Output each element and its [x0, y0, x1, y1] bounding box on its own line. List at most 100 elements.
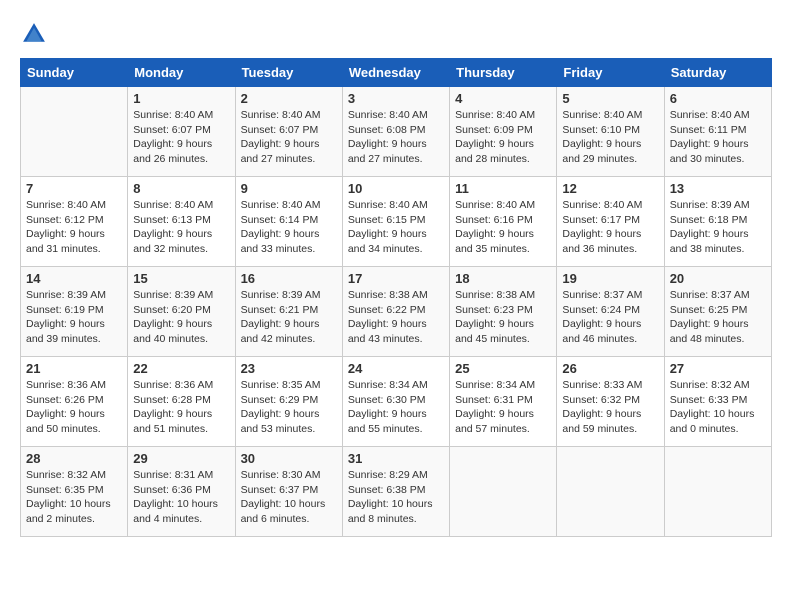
header-saturday: Saturday: [664, 59, 771, 87]
day-info: Sunrise: 8:39 AMSunset: 6:21 PMDaylight:…: [241, 288, 337, 347]
day-info: Sunrise: 8:29 AMSunset: 6:38 PMDaylight:…: [348, 468, 444, 527]
calendar-cell: 12 Sunrise: 8:40 AMSunset: 6:17 PMDaylig…: [557, 177, 664, 267]
calendar-cell: 23 Sunrise: 8:35 AMSunset: 6:29 PMDaylig…: [235, 357, 342, 447]
day-number: 21: [26, 361, 122, 376]
day-number: 5: [562, 91, 658, 106]
day-number: 19: [562, 271, 658, 286]
day-info: Sunrise: 8:40 AMSunset: 6:09 PMDaylight:…: [455, 108, 551, 167]
calendar-cell: 14 Sunrise: 8:39 AMSunset: 6:19 PMDaylig…: [21, 267, 128, 357]
day-number: 17: [348, 271, 444, 286]
day-info: Sunrise: 8:34 AMSunset: 6:31 PMDaylight:…: [455, 378, 551, 437]
day-number: 26: [562, 361, 658, 376]
week-row-2: 7 Sunrise: 8:40 AMSunset: 6:12 PMDayligh…: [21, 177, 772, 267]
calendar-cell: 21 Sunrise: 8:36 AMSunset: 6:26 PMDaylig…: [21, 357, 128, 447]
day-info: Sunrise: 8:40 AMSunset: 6:15 PMDaylight:…: [348, 198, 444, 257]
calendar-cell: 15 Sunrise: 8:39 AMSunset: 6:20 PMDaylig…: [128, 267, 235, 357]
day-info: Sunrise: 8:33 AMSunset: 6:32 PMDaylight:…: [562, 378, 658, 437]
day-info: Sunrise: 8:37 AMSunset: 6:24 PMDaylight:…: [562, 288, 658, 347]
day-info: Sunrise: 8:32 AMSunset: 6:33 PMDaylight:…: [670, 378, 766, 437]
day-number: 6: [670, 91, 766, 106]
calendar-cell: 7 Sunrise: 8:40 AMSunset: 6:12 PMDayligh…: [21, 177, 128, 267]
day-info: Sunrise: 8:30 AMSunset: 6:37 PMDaylight:…: [241, 468, 337, 527]
calendar-cell: 27 Sunrise: 8:32 AMSunset: 6:33 PMDaylig…: [664, 357, 771, 447]
day-number: 8: [133, 181, 229, 196]
calendar-cell: 11 Sunrise: 8:40 AMSunset: 6:16 PMDaylig…: [450, 177, 557, 267]
day-info: Sunrise: 8:40 AMSunset: 6:17 PMDaylight:…: [562, 198, 658, 257]
calendar-cell: 4 Sunrise: 8:40 AMSunset: 6:09 PMDayligh…: [450, 87, 557, 177]
day-number: 9: [241, 181, 337, 196]
day-info: Sunrise: 8:40 AMSunset: 6:12 PMDaylight:…: [26, 198, 122, 257]
calendar-cell: 2 Sunrise: 8:40 AMSunset: 6:07 PMDayligh…: [235, 87, 342, 177]
calendar-cell: [21, 87, 128, 177]
day-info: Sunrise: 8:40 AMSunset: 6:08 PMDaylight:…: [348, 108, 444, 167]
day-info: Sunrise: 8:36 AMSunset: 6:26 PMDaylight:…: [26, 378, 122, 437]
logo: [20, 20, 52, 48]
day-number: 25: [455, 361, 551, 376]
calendar-cell: 18 Sunrise: 8:38 AMSunset: 6:23 PMDaylig…: [450, 267, 557, 357]
header-wednesday: Wednesday: [342, 59, 449, 87]
day-number: 12: [562, 181, 658, 196]
day-info: Sunrise: 8:40 AMSunset: 6:14 PMDaylight:…: [241, 198, 337, 257]
day-number: 11: [455, 181, 551, 196]
header-row: SundayMondayTuesdayWednesdayThursdayFrid…: [21, 59, 772, 87]
day-number: 14: [26, 271, 122, 286]
header-thursday: Thursday: [450, 59, 557, 87]
day-number: 4: [455, 91, 551, 106]
week-row-3: 14 Sunrise: 8:39 AMSunset: 6:19 PMDaylig…: [21, 267, 772, 357]
day-number: 10: [348, 181, 444, 196]
day-number: 2: [241, 91, 337, 106]
day-number: 28: [26, 451, 122, 466]
day-info: Sunrise: 8:40 AMSunset: 6:07 PMDaylight:…: [241, 108, 337, 167]
calendar-cell: 17 Sunrise: 8:38 AMSunset: 6:22 PMDaylig…: [342, 267, 449, 357]
week-row-4: 21 Sunrise: 8:36 AMSunset: 6:26 PMDaylig…: [21, 357, 772, 447]
header-tuesday: Tuesday: [235, 59, 342, 87]
day-info: Sunrise: 8:39 AMSunset: 6:18 PMDaylight:…: [670, 198, 766, 257]
day-info: Sunrise: 8:31 AMSunset: 6:36 PMDaylight:…: [133, 468, 229, 527]
day-number: 18: [455, 271, 551, 286]
logo-icon: [20, 20, 48, 48]
calendar-cell: 6 Sunrise: 8:40 AMSunset: 6:11 PMDayligh…: [664, 87, 771, 177]
calendar-cell: 13 Sunrise: 8:39 AMSunset: 6:18 PMDaylig…: [664, 177, 771, 267]
day-info: Sunrise: 8:40 AMSunset: 6:13 PMDaylight:…: [133, 198, 229, 257]
calendar-cell: 19 Sunrise: 8:37 AMSunset: 6:24 PMDaylig…: [557, 267, 664, 357]
week-row-5: 28 Sunrise: 8:32 AMSunset: 6:35 PMDaylig…: [21, 447, 772, 537]
day-number: 1: [133, 91, 229, 106]
calendar-cell: 30 Sunrise: 8:30 AMSunset: 6:37 PMDaylig…: [235, 447, 342, 537]
day-number: 29: [133, 451, 229, 466]
header-sunday: Sunday: [21, 59, 128, 87]
week-row-1: 1 Sunrise: 8:40 AMSunset: 6:07 PMDayligh…: [21, 87, 772, 177]
day-number: 15: [133, 271, 229, 286]
day-number: 23: [241, 361, 337, 376]
day-number: 30: [241, 451, 337, 466]
calendar-cell: 25 Sunrise: 8:34 AMSunset: 6:31 PMDaylig…: [450, 357, 557, 447]
calendar-cell: 3 Sunrise: 8:40 AMSunset: 6:08 PMDayligh…: [342, 87, 449, 177]
calendar-cell: 24 Sunrise: 8:34 AMSunset: 6:30 PMDaylig…: [342, 357, 449, 447]
calendar-cell: 26 Sunrise: 8:33 AMSunset: 6:32 PMDaylig…: [557, 357, 664, 447]
calendar-cell: 29 Sunrise: 8:31 AMSunset: 6:36 PMDaylig…: [128, 447, 235, 537]
calendar-cell: 16 Sunrise: 8:39 AMSunset: 6:21 PMDaylig…: [235, 267, 342, 357]
day-info: Sunrise: 8:40 AMSunset: 6:07 PMDaylight:…: [133, 108, 229, 167]
calendar-cell: [664, 447, 771, 537]
day-number: 20: [670, 271, 766, 286]
calendar-cell: 31 Sunrise: 8:29 AMSunset: 6:38 PMDaylig…: [342, 447, 449, 537]
day-number: 31: [348, 451, 444, 466]
calendar-cell: 1 Sunrise: 8:40 AMSunset: 6:07 PMDayligh…: [128, 87, 235, 177]
calendar-cell: 22 Sunrise: 8:36 AMSunset: 6:28 PMDaylig…: [128, 357, 235, 447]
calendar-cell: 28 Sunrise: 8:32 AMSunset: 6:35 PMDaylig…: [21, 447, 128, 537]
day-number: 3: [348, 91, 444, 106]
day-info: Sunrise: 8:37 AMSunset: 6:25 PMDaylight:…: [670, 288, 766, 347]
calendar-cell: [557, 447, 664, 537]
header-friday: Friday: [557, 59, 664, 87]
day-number: 16: [241, 271, 337, 286]
day-info: Sunrise: 8:32 AMSunset: 6:35 PMDaylight:…: [26, 468, 122, 527]
day-number: 7: [26, 181, 122, 196]
calendar-cell: 20 Sunrise: 8:37 AMSunset: 6:25 PMDaylig…: [664, 267, 771, 357]
day-info: Sunrise: 8:40 AMSunset: 6:16 PMDaylight:…: [455, 198, 551, 257]
day-info: Sunrise: 8:35 AMSunset: 6:29 PMDaylight:…: [241, 378, 337, 437]
calendar-cell: 10 Sunrise: 8:40 AMSunset: 6:15 PMDaylig…: [342, 177, 449, 267]
day-number: 13: [670, 181, 766, 196]
day-info: Sunrise: 8:39 AMSunset: 6:19 PMDaylight:…: [26, 288, 122, 347]
day-info: Sunrise: 8:34 AMSunset: 6:30 PMDaylight:…: [348, 378, 444, 437]
calendar-cell: 5 Sunrise: 8:40 AMSunset: 6:10 PMDayligh…: [557, 87, 664, 177]
day-number: 24: [348, 361, 444, 376]
